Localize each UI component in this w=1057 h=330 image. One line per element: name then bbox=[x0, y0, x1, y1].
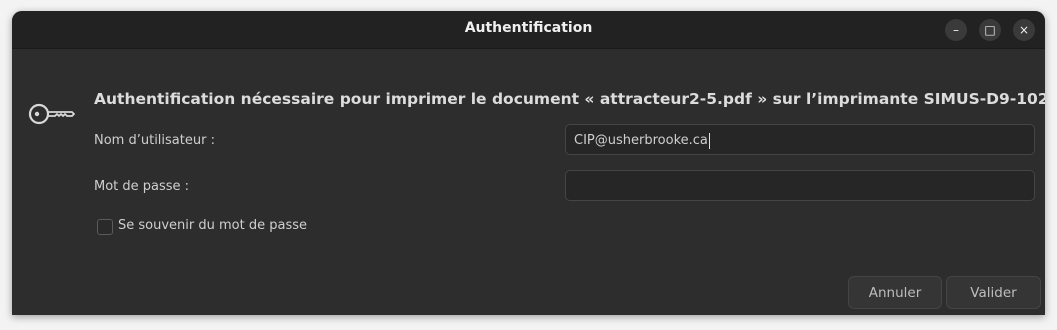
dialog-heading: Authentification nécessaire pour imprime… bbox=[94, 90, 1045, 108]
validate-button[interactable]: Valider bbox=[946, 276, 1041, 309]
password-label: Mot de passe : bbox=[94, 179, 190, 194]
text-cursor bbox=[708, 132, 710, 149]
titlebar[interactable]: Authentification – □ × bbox=[12, 11, 1045, 49]
minimize-button[interactable]: – bbox=[945, 19, 967, 41]
remember-password-checkbox[interactable] bbox=[97, 219, 113, 235]
close-button[interactable]: × bbox=[1013, 19, 1035, 41]
key-icon bbox=[27, 101, 75, 131]
username-value: CIP@usherbrooke.ca bbox=[574, 133, 708, 148]
username-field[interactable]: CIP@usherbrooke.ca bbox=[565, 124, 1035, 155]
cancel-button[interactable]: Annuler bbox=[848, 276, 942, 309]
maximize-button[interactable]: □ bbox=[979, 19, 1001, 41]
password-field[interactable] bbox=[565, 170, 1035, 201]
username-label: Nom d’utilisateur : bbox=[94, 133, 215, 148]
remember-password-label[interactable]: Se souvenir du mot de passe bbox=[118, 218, 307, 233]
auth-dialog-window: Authentification – □ × Authentification … bbox=[12, 11, 1045, 315]
window-title: Authentification bbox=[464, 20, 593, 36]
